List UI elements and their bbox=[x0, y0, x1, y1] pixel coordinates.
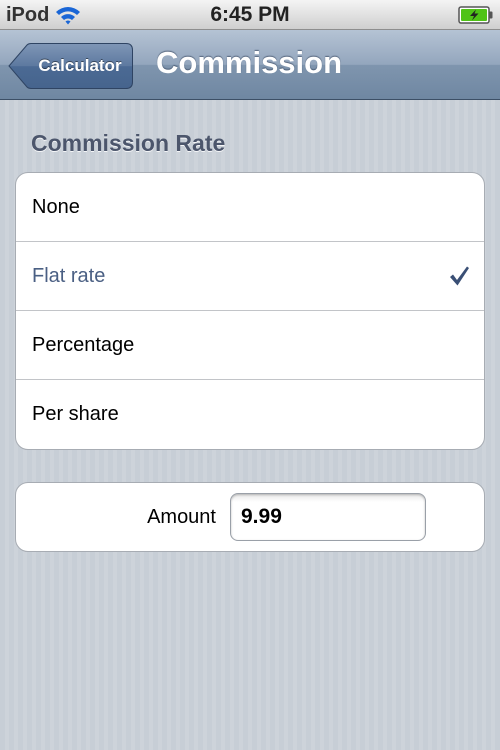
option-none[interactable]: None bbox=[16, 173, 484, 242]
option-label: Percentage bbox=[32, 334, 135, 356]
amount-label: Amount bbox=[147, 506, 216, 528]
clock: 6:45 PM bbox=[210, 3, 290, 26]
checkmark-icon bbox=[448, 265, 470, 287]
battery-charging-icon bbox=[458, 6, 494, 24]
amount-input[interactable] bbox=[230, 493, 426, 541]
status-bar: iPod 6:45 PM bbox=[0, 0, 500, 30]
option-percentage[interactable]: Percentage bbox=[16, 311, 484, 380]
navigation-bar: Calculator Commission bbox=[0, 30, 500, 100]
option-per-share[interactable]: Per share bbox=[16, 380, 484, 449]
back-button[interactable]: Calculator bbox=[8, 43, 133, 89]
option-label: None bbox=[32, 196, 80, 218]
amount-group: Amount bbox=[15, 482, 485, 552]
page-title: Commission bbox=[156, 45, 343, 80]
option-flat-rate[interactable]: Flat rate bbox=[16, 242, 484, 311]
commission-rate-list: None Flat rate Percentage Per share bbox=[15, 172, 485, 450]
option-label: Per share bbox=[32, 403, 119, 425]
option-label: Flat rate bbox=[32, 265, 106, 287]
section-header: Commission Rate bbox=[31, 130, 226, 156]
back-button-label: Calculator bbox=[38, 56, 122, 75]
